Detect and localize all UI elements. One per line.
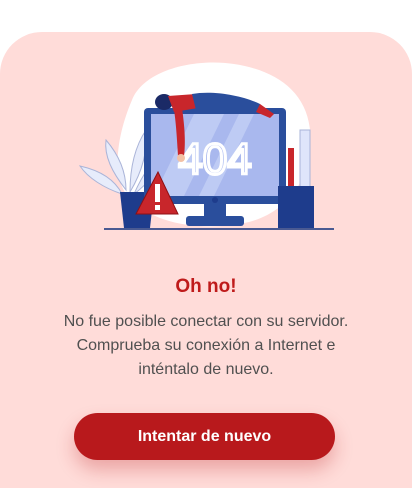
desk-line	[104, 228, 334, 230]
ruler	[299, 129, 311, 189]
monitor-base	[186, 216, 244, 226]
monitor-neck	[204, 204, 226, 216]
error-message: No fue posible conectar con su servidor.…	[63, 313, 349, 378]
retry-button[interactable]: Intentar de nuevo	[74, 413, 335, 460]
error-illustration: 404	[78, 62, 334, 230]
screen-404-text: 404	[178, 135, 251, 184]
pen-holder	[278, 186, 314, 228]
error-title: Oh no!	[175, 276, 237, 297]
